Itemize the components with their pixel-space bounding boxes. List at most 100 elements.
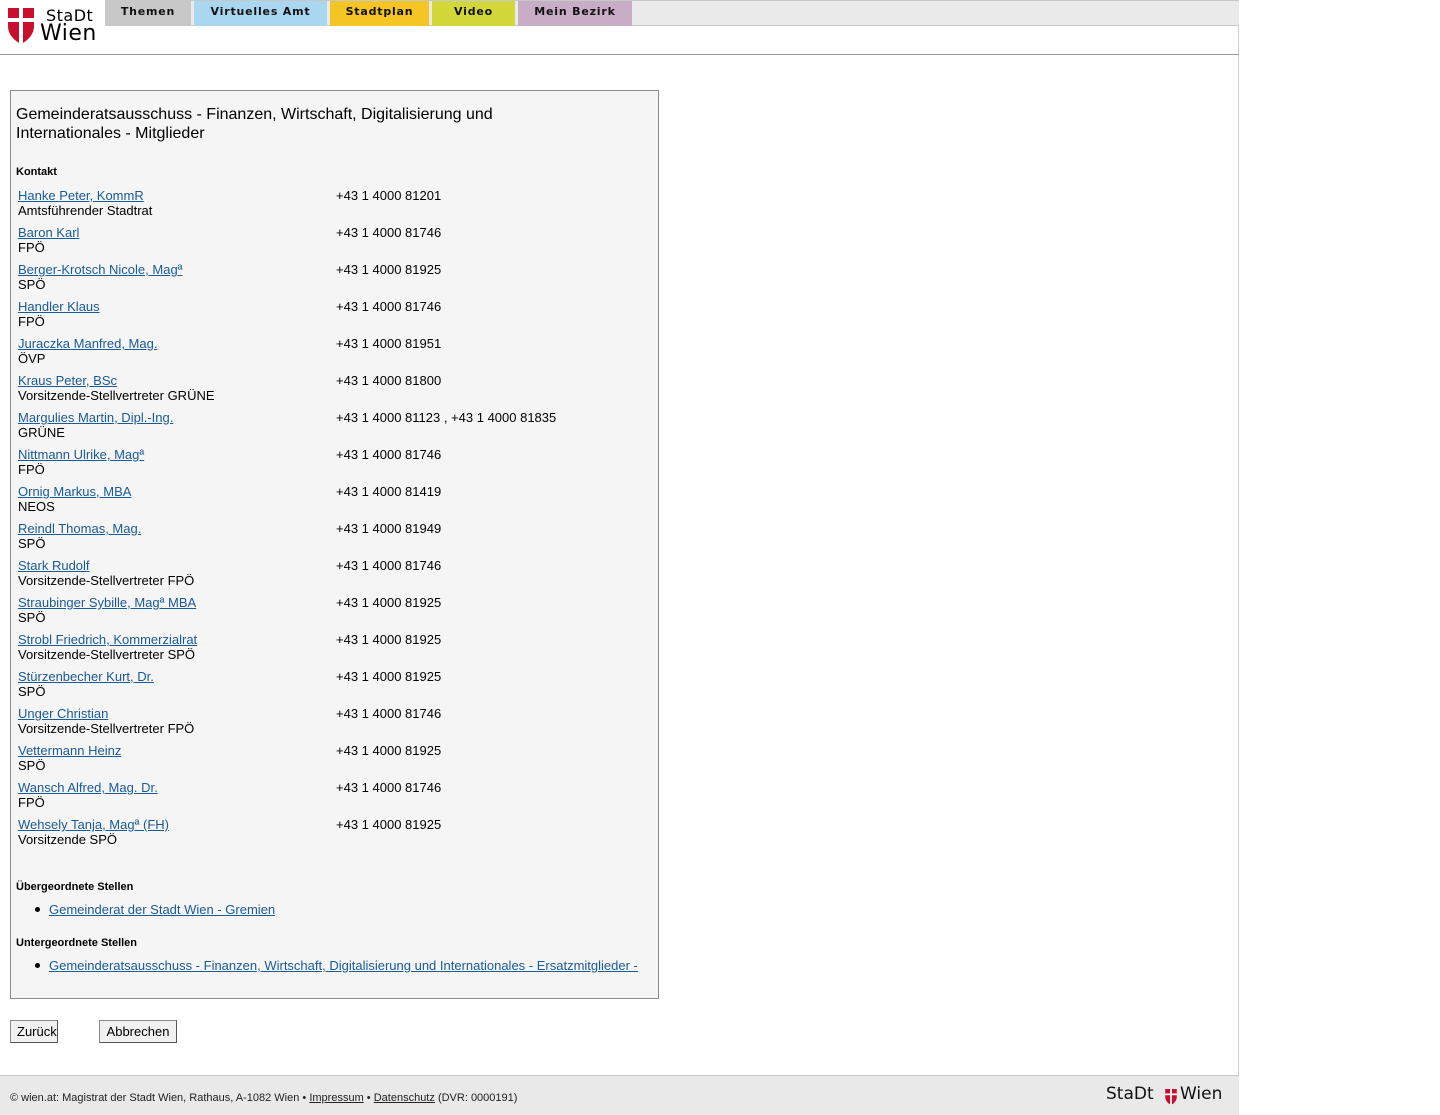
page-frame: StaDt Wien Themen Virtuelles Amt Stadtpl…	[0, 0, 1239, 1115]
footer-separator: •	[366, 1092, 371, 1104]
member-row: Handler Klaus FPÖ +43 1 4000 81746	[18, 299, 648, 331]
link-gemeinderat-gremien[interactable]: Gemeinderat der Stadt Wien - Gremien	[49, 902, 275, 917]
tab-themen[interactable]: Themen	[105, 1, 191, 26]
member-phone: +43 1 4000 81925	[336, 817, 442, 832]
member-name-link[interactable]: Unger Christian	[18, 706, 108, 721]
bullet-icon	[35, 963, 40, 968]
member-role: SPÖ	[18, 610, 46, 625]
member-phone: +43 1 4000 81925	[336, 632, 442, 647]
member-row: Nittmann Ulrike, Magª FPÖ +43 1 4000 81746	[18, 447, 648, 479]
member-role: Vorsitzende-Stellvertreter FPÖ	[18, 721, 195, 736]
member-row: Juraczka Manfred, Mag. ÖVP +43 1 4000 8195…	[18, 336, 648, 368]
page-title: Gemeinderatsausschuss - Finanzen, Wirtsc…	[16, 106, 493, 142]
member-role: FPÖ	[18, 240, 45, 255]
footer-text: © wien.at: Magistrat der Stadt Wien, Rat…	[10, 1092, 517, 1104]
member-row: Stürzenbecher Kurt, Dr. SPÖ +43 1 4000 819…	[18, 669, 648, 701]
member-name-link[interactable]: Handler Klaus	[18, 299, 100, 314]
member-row: Margulies Martin, Dipl.-Ing. GRÜNE +43 1 4…	[18, 410, 648, 442]
member-row: Reindl Thomas, Mag. SPÖ +43 1 4000 81949	[18, 521, 648, 553]
tab-mein-bezirk[interactable]: Mein Bezirk	[518, 1, 632, 26]
footer-logo[interactable]: StaDt Wien	[1106, 1084, 1230, 1108]
member-phone: +43 1 4000 81746	[336, 447, 442, 462]
member-phone: +43 1 4000 81419	[336, 484, 442, 499]
member-name-link[interactable]: Hanke Peter, KommR	[18, 188, 144, 203]
member-role: GRÜNE	[18, 425, 65, 440]
tab-stadtplan[interactable]: Stadtplan	[330, 1, 429, 26]
member-row: Wehsely Tanja, Magª (FH) Vorsitzende SPÖ +…	[18, 817, 648, 849]
member-phone: +43 1 4000 81123 , +43 1 4000 81835	[336, 410, 557, 425]
header: StaDt Wien Themen Virtuelles Amt Stadtpl…	[0, 0, 1239, 55]
member-role: SPÖ	[18, 536, 46, 551]
member-role: FPÖ	[18, 462, 45, 477]
main-navigation: Themen Virtuelles Amt Stadtplan Video Me…	[105, 0, 1239, 26]
contact-heading: Kontakt	[16, 166, 57, 178]
member-role: SPÖ	[18, 758, 46, 773]
member-role: Vorsitzende-Stellvertreter GRÜNE	[18, 388, 215, 403]
member-name-link[interactable]: Stark Rudolf	[18, 558, 90, 573]
member-phone: +43 1 4000 81746	[336, 780, 442, 795]
member-role: FPÖ	[18, 795, 45, 810]
member-name-link[interactable]: Ornig Markus, MBA	[18, 484, 131, 499]
cancel-button[interactable]: Abbrechen	[99, 1020, 177, 1043]
footer: © wien.at: Magistrat der Stadt Wien, Rat…	[0, 1075, 1239, 1115]
member-row: Straubinger Sybille, Magª MBA SPÖ +43 1 40…	[18, 595, 648, 627]
member-phone: +43 1 4000 81925	[336, 262, 442, 277]
member-name-link[interactable]: Juraczka Manfred, Mag.	[18, 336, 157, 351]
impressum-link[interactable]: Impressum	[309, 1092, 363, 1104]
bullet-icon	[35, 907, 40, 912]
member-role: FPÖ	[18, 314, 45, 329]
superior-heading: Übergeordnete Stellen	[16, 881, 134, 893]
member-name-link[interactable]: Reindl Thomas, Mag.	[18, 521, 141, 536]
tab-video[interactable]: Video	[432, 1, 515, 26]
member-role: Amtsführender Stadtrat	[18, 203, 153, 218]
member-role: ÖVP	[18, 351, 46, 366]
member-phone: +43 1 4000 81949	[336, 521, 442, 536]
member-phone: +43 1 4000 81800	[336, 373, 442, 388]
member-row: Unger Christian Vorsitzende-Stellvertrete…	[18, 706, 648, 738]
member-name-link[interactable]: Wansch Alfred, Mag. Dr.	[18, 780, 158, 795]
member-name-link[interactable]: Vettermann Heinz	[18, 743, 121, 758]
member-name-link[interactable]: Straubinger Sybille, Magª MBA	[18, 595, 196, 610]
member-phone: +43 1 4000 81746	[336, 706, 442, 721]
member-row: Vettermann Heinz SPÖ +43 1 4000 81925	[18, 743, 648, 775]
logo-text-wien: Wien	[40, 21, 97, 46]
member-name-link[interactable]: Strobl Friedrich, Kommerzialrat	[18, 632, 197, 647]
subordinate-heading: Untergeordnete Stellen	[16, 937, 138, 949]
member-phone: +43 1 4000 81925	[336, 743, 442, 758]
member-phone: +43 1 4000 81951	[336, 336, 442, 351]
member-name-link[interactable]: Baron Karl	[18, 225, 79, 240]
member-name-link[interactable]: Margulies Martin, Dipl.-Ing.	[18, 410, 173, 425]
member-role: SPÖ	[18, 684, 46, 699]
member-phone: +43 1 4000 81746	[336, 225, 442, 240]
member-row: Kraus Peter, BSc Vorsitzende-Stellvertret…	[18, 373, 648, 405]
link-ersatzmitglieder[interactable]: Gemeinderatsausschuss - Finanzen, Wirtsc…	[49, 958, 638, 973]
footer-copyright: © wien.at: Magistrat der Stadt Wien, Rat…	[10, 1092, 307, 1104]
member-row: Wansch Alfred, Mag. Dr. FPÖ +43 1 4000 817…	[18, 780, 648, 812]
member-role: Vorsitzende-Stellvertreter FPÖ	[18, 573, 195, 588]
member-row: Hanke Peter, KommR Amtsführender Stadtrat…	[18, 188, 648, 220]
member-role: NEOS	[18, 499, 55, 514]
member-phone: +43 1 4000 81925	[336, 595, 442, 610]
back-button[interactable]: Zurück	[10, 1020, 58, 1043]
member-role: Vorsitzende SPÖ	[18, 832, 117, 847]
tab-virtuelles-amt[interactable]: Virtuelles Amt	[194, 1, 327, 26]
member-role: Vorsitzende-Stellvertreter SPÖ	[18, 647, 196, 662]
wien-shield-icon	[8, 8, 34, 44]
stadt-wien-logo[interactable]: StaDt Wien	[6, 5, 104, 47]
member-name-link[interactable]: Berger-Krotsch Nicole, Magª	[18, 262, 182, 277]
member-phone: +43 1 4000 81201	[336, 188, 442, 203]
member-row: Ornig Markus, MBA NEOS +43 1 4000 81419	[18, 484, 648, 516]
member-name-link[interactable]: Kraus Peter, BSc	[18, 373, 117, 388]
datenschutz-link[interactable]: Datenschutz	[374, 1092, 435, 1104]
footer-dvr: (DVR: 0000191)	[437, 1092, 518, 1104]
member-name-link[interactable]: Wehsely Tanja, Magª (FH)	[18, 817, 169, 832]
footer-logo-stadt: StaDt	[1106, 1084, 1154, 1104]
member-name-link[interactable]: Nittmann Ulrike, Magª	[18, 447, 144, 462]
committee-panel: Gemeinderatsausschuss - Finanzen, Wirtsc…	[10, 90, 659, 999]
member-row: Stark Rudolf Vorsitzende-Stellvertreter F…	[18, 558, 648, 590]
wien-shield-icon	[1165, 1089, 1177, 1105]
member-row: Berger-Krotsch Nicole, Magª SPÖ +43 1 4000…	[18, 262, 648, 294]
member-phone: +43 1 4000 81925	[336, 669, 442, 684]
member-name-link[interactable]: Stürzenbecher Kurt, Dr.	[18, 669, 154, 684]
member-role: SPÖ	[18, 277, 46, 292]
